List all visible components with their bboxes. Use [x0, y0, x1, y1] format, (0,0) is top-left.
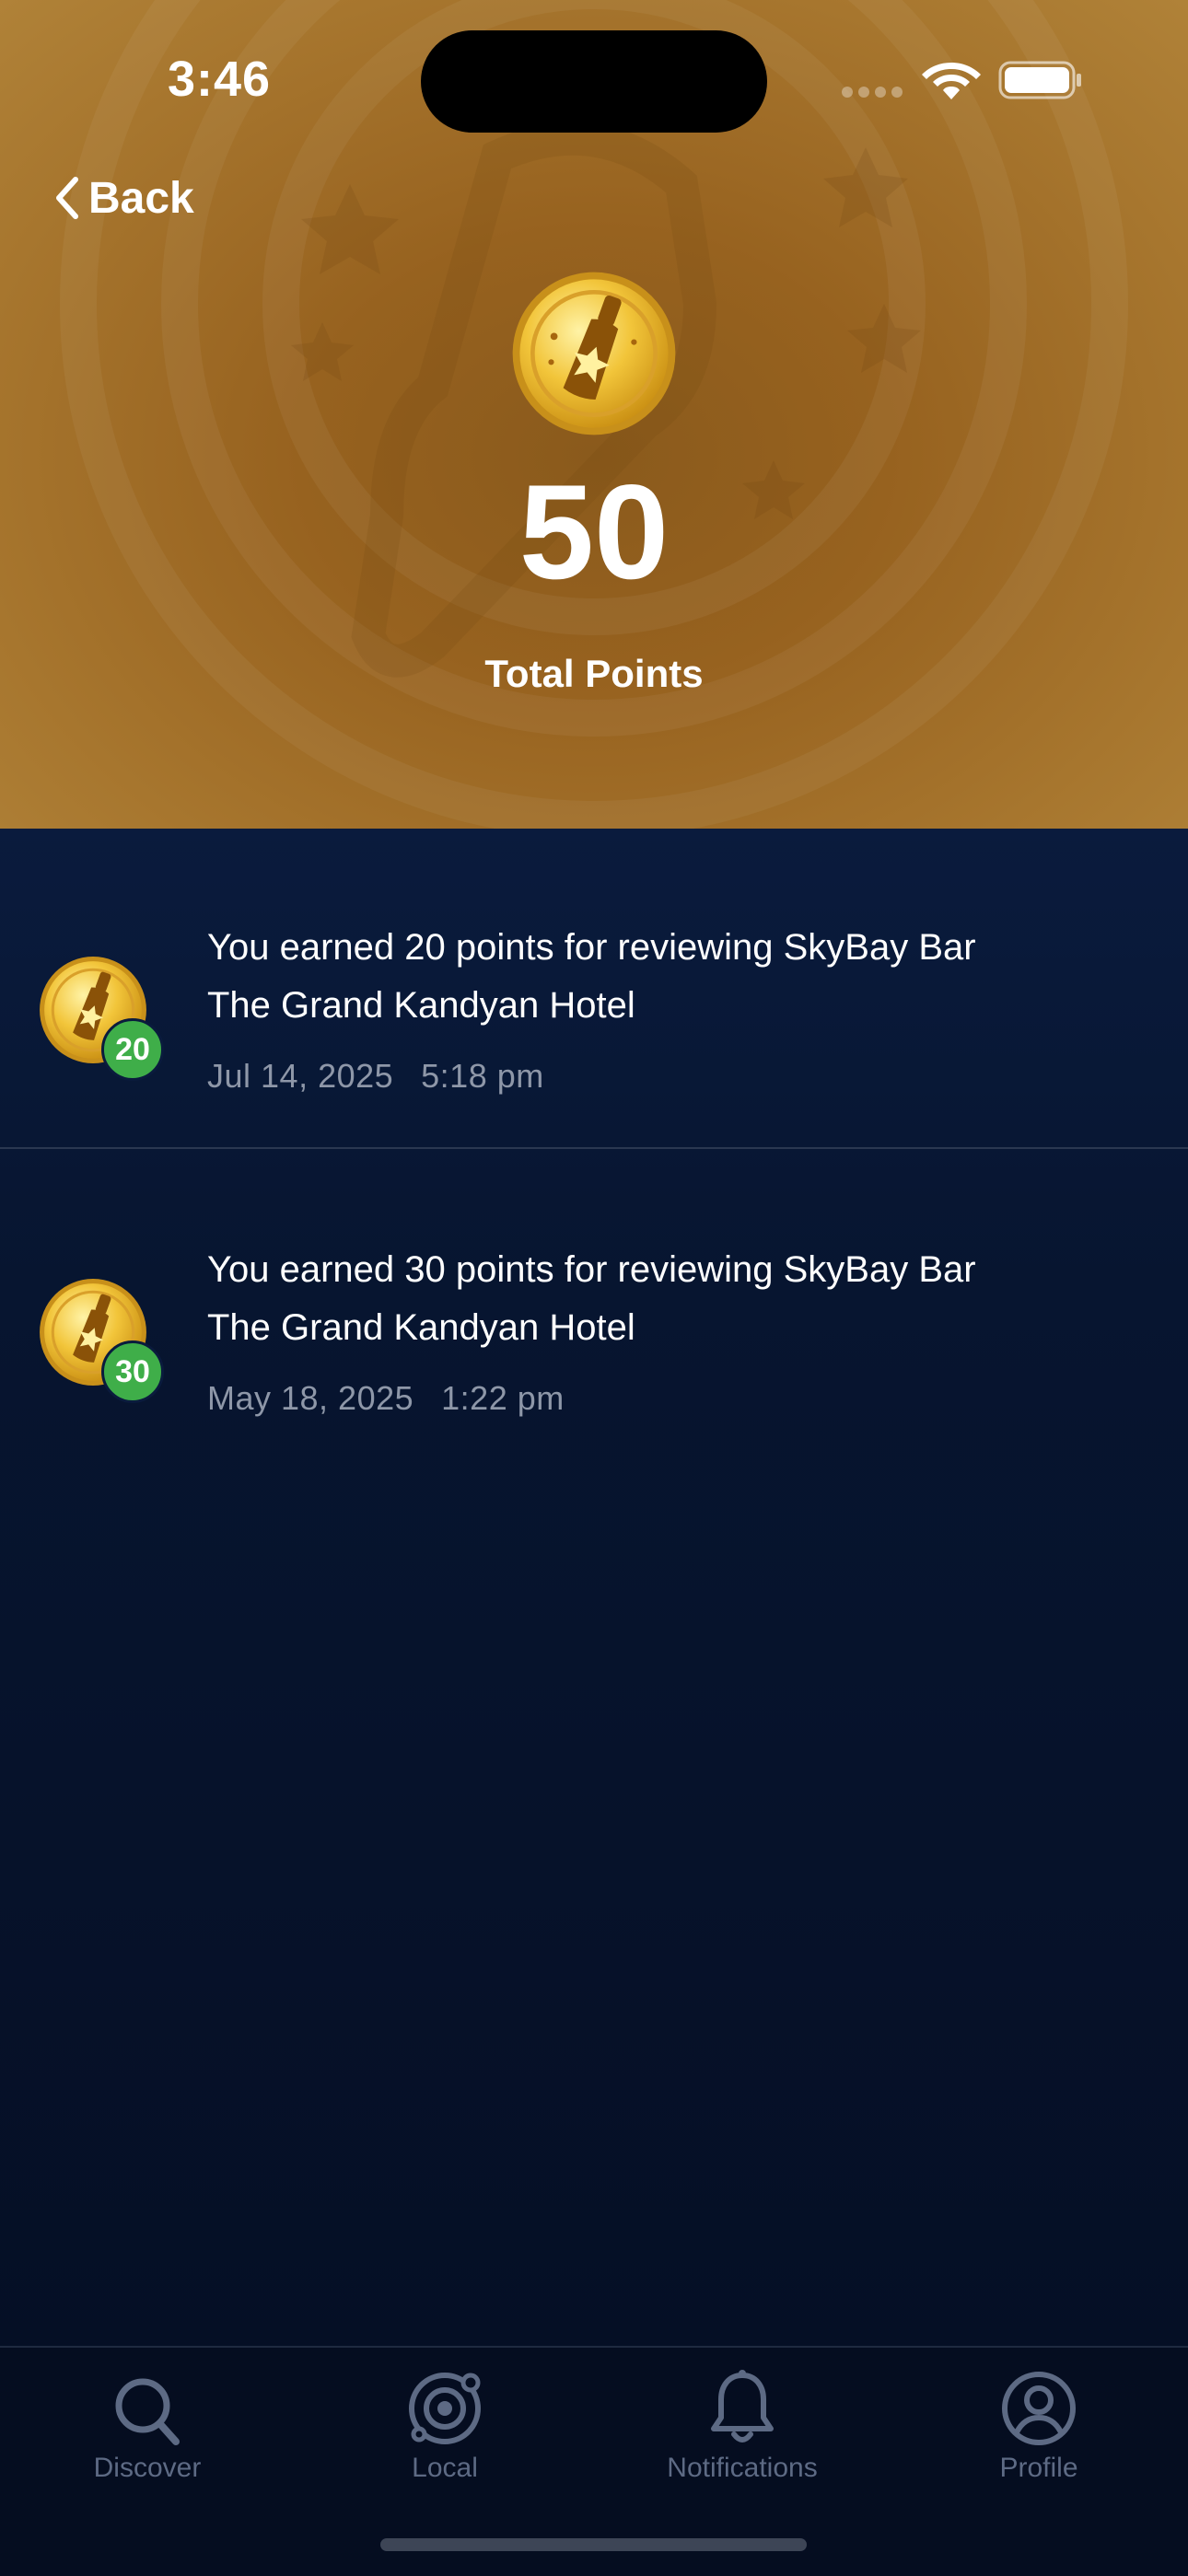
profile-icon [1002, 2372, 1076, 2445]
list-item: 30 You earned 30 points for reviewing Sk… [0, 1151, 1188, 1471]
total-points-label: Total Points [484, 652, 704, 695]
activity-date: Jul 14, 2025 [207, 1057, 394, 1095]
tab-profile-label: Profile [999, 2453, 1078, 2483]
bell-icon [711, 2370, 774, 2443]
activity-time: 1:22 pm [441, 1379, 565, 1417]
tab-profile[interactable]: Profile [928, 2364, 1149, 2502]
tab-notifications[interactable]: Notifications [632, 2364, 853, 2502]
tab-local[interactable]: Local [334, 2364, 555, 2502]
activity-description: You earned 30 points for reviewing SkyBa… [207, 1249, 976, 1348]
status-bar: 3:46 [0, 0, 1188, 157]
wifi-icon [922, 63, 981, 99]
list-item: 20 You earned 20 points for reviewing Sk… [0, 829, 1188, 1149]
activity-description: You earned 20 points for reviewing SkyBa… [207, 927, 976, 1026]
back-button-label: Back [88, 173, 194, 223]
activity-timestamp: May 18, 2025 1:22 pm [207, 1379, 565, 1418]
points-badge: 30 [101, 1340, 164, 1403]
location-target-icon [409, 2373, 481, 2444]
points-activity-list: 20 You earned 20 points for reviewing Sk… [0, 829, 1188, 2348]
tab-notifications-label: Notifications [667, 2453, 818, 2483]
status-time: 3:46 [168, 52, 272, 107]
bottle-medal-icon [512, 272, 676, 435]
points-header: 3:46 Back 50 Total Points [0, 0, 1188, 829]
divider [0, 1147, 1188, 1149]
home-indicator [380, 2538, 807, 2551]
search-icon [115, 2378, 180, 2445]
activity-timestamp: Jul 14, 2025 5:18 pm [207, 1057, 544, 1096]
chevron-left-icon [56, 177, 78, 219]
dynamic-island [421, 30, 767, 133]
tab-local-label: Local [412, 2453, 478, 2483]
tab-discover-label: Discover [93, 2453, 202, 2483]
tab-discover[interactable]: Discover [37, 2364, 258, 2502]
activity-date: May 18, 2025 [207, 1379, 414, 1417]
battery-icon [998, 61, 1081, 99]
activity-time: 5:18 pm [421, 1057, 544, 1095]
back-button[interactable]: Back [53, 166, 194, 230]
cellular-signal-icon [842, 87, 903, 98]
total-points-value: 50 [518, 457, 670, 607]
points-badge: 20 [101, 1018, 164, 1081]
